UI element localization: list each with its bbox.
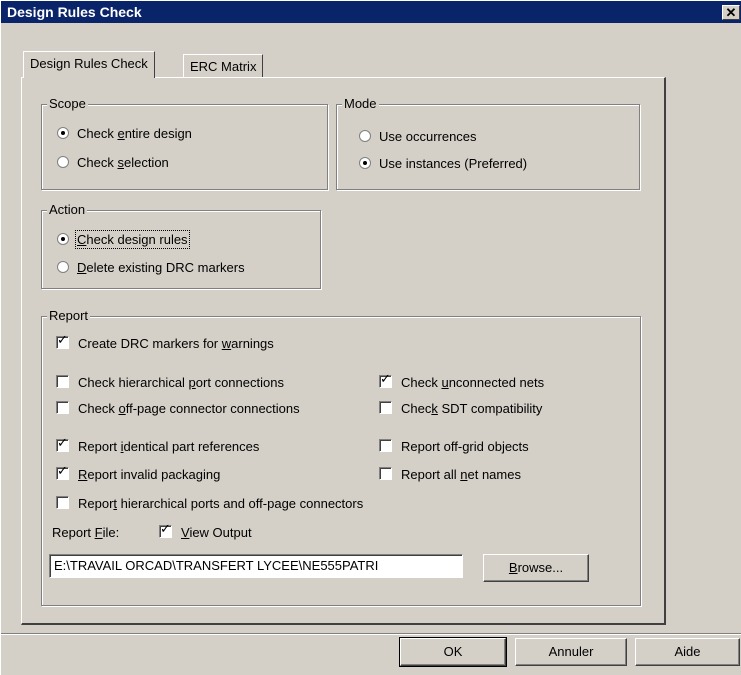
view-output-checkbox[interactable]: View Output — [159, 522, 252, 543]
help-button[interactable]: Aide — [635, 638, 740, 666]
window-title: Design Rules Check — [7, 4, 142, 20]
report-all-net-names-checkbox[interactable]: Report all net names — [379, 467, 521, 485]
report-invalid-packaging-checkbox[interactable]: Report invalid packaging — [56, 464, 220, 485]
close-icon[interactable]: ✕ — [722, 5, 740, 20]
check-design-rules-radio[interactable]: Check design rules — [57, 230, 190, 250]
checkbox-icon — [56, 436, 69, 452]
delete-drc-markers-radio[interactable]: Delete existing DRC markers — [57, 260, 245, 278]
radio-icon — [359, 157, 371, 169]
drc-dialog: Design Rules Check ✕ Design Rules Check … — [0, 0, 741, 675]
radio-icon — [57, 233, 69, 245]
title-bar: Design Rules Check ✕ — [1, 1, 741, 23]
use-instances-radio[interactable]: Use instances (Preferred) — [359, 156, 527, 174]
browse-button[interactable]: Browse... — [483, 554, 589, 582]
checkbox-icon — [379, 467, 392, 480]
radio-icon — [57, 156, 69, 168]
tab-label: Design Rules Check — [30, 56, 148, 71]
action-legend: Action — [47, 202, 88, 217]
check-hierarchical-port-checkbox[interactable]: Check hierarchical port connections — [56, 375, 284, 393]
radio-icon — [359, 130, 371, 142]
tab-design-rules-check[interactable]: Design Rules Check — [23, 51, 155, 78]
report-identical-part-checkbox[interactable]: Report identical part references — [56, 436, 259, 457]
mode-legend: Mode — [342, 96, 379, 111]
checkbox-icon — [379, 439, 392, 452]
checkbox-icon — [379, 401, 392, 414]
tab-label: ERC Matrix — [190, 59, 257, 74]
action-group: Action Check design rules Delete existin… — [41, 202, 321, 289]
report-file-path-input[interactable]: E:\TRAVAIL ORCAD\TRANSFERT LYCEE\NE555PA… — [49, 554, 463, 578]
checkbox-icon — [159, 522, 172, 538]
mode-group: Mode Use occurrences Use instances (Pref… — [336, 96, 640, 190]
create-drc-markers-checkbox[interactable]: Create DRC markers for warnings — [56, 333, 274, 354]
check-unconnected-nets-checkbox[interactable]: Check unconnected nets — [379, 372, 544, 393]
check-entire-design-radio[interactable]: Check entire design — [57, 126, 192, 144]
scope-group: Scope Check entire design Check selectio… — [41, 96, 328, 190]
separator — [1, 633, 741, 635]
checkbox-icon — [56, 464, 69, 480]
tab-erc-matrix[interactable]: ERC Matrix — [183, 54, 264, 78]
report-hierarchical-ports-checkbox[interactable]: Report hierarchical ports and off-page c… — [56, 496, 363, 514]
radio-icon — [57, 261, 69, 273]
report-file-label: Report File: — [52, 525, 120, 540]
cancel-button[interactable]: Annuler — [515, 638, 627, 666]
scope-legend: Scope — [47, 96, 88, 111]
checkbox-icon — [56, 375, 69, 388]
checkbox-icon — [56, 401, 69, 414]
checkbox-icon — [56, 496, 69, 509]
check-sdt-compatibility-checkbox[interactable]: Check SDT compatibility — [379, 401, 542, 419]
report-legend: Report — [47, 308, 91, 323]
checkbox-icon — [379, 372, 392, 388]
checkbox-icon — [56, 333, 69, 349]
use-occurrences-radio[interactable]: Use occurrences — [359, 129, 477, 147]
radio-icon — [57, 127, 69, 139]
report-offgrid-objects-checkbox[interactable]: Report off-grid objects — [379, 439, 529, 457]
check-offpage-connector-checkbox[interactable]: Check off-page connector connections — [56, 401, 300, 419]
check-selection-radio[interactable]: Check selection — [57, 155, 169, 173]
ok-button[interactable]: OK — [399, 637, 507, 667]
